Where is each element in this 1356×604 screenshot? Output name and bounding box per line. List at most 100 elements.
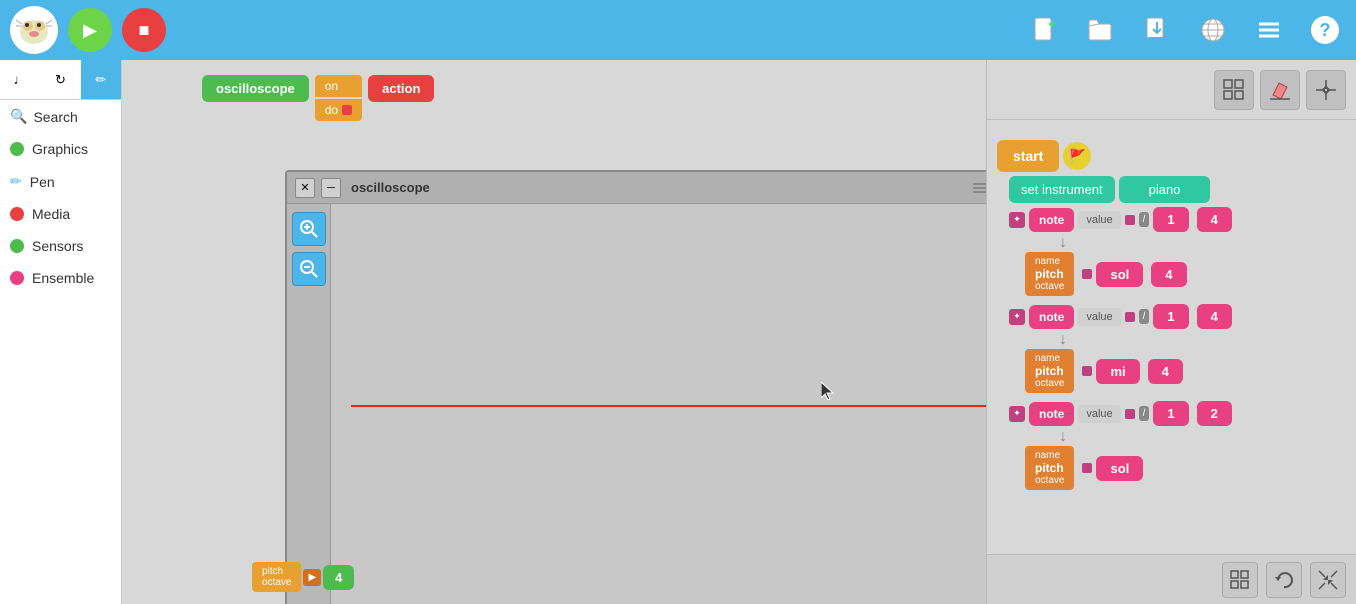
note3-arrow: ↓ [1009,428,1346,446]
play-button[interactable]: ▶ [68,8,112,52]
pitch1-block[interactable]: name pitch octave [1025,252,1074,296]
note2-slash: / [1139,309,1150,324]
download-icon [1143,16,1171,44]
start-block[interactable]: start [997,140,1059,172]
new-file-button[interactable] [1024,9,1066,51]
bottom-compress-button[interactable] [1310,562,1346,598]
new-file-icon [1031,16,1059,44]
zoom-in-icon [299,219,319,239]
osc-zoom-in-button[interactable] [292,212,326,246]
eraser-icon [1269,79,1291,101]
note2-row: ✦ note value / 1 4 [1009,304,1346,329]
note2-num1[interactable]: 1 [1153,304,1188,329]
sidebar-media-label: Media [32,206,70,222]
note1-row: ✦ note value / 1 4 [1009,207,1346,232]
grid-icon [1223,79,1245,101]
sidebar-sensors-label: Sensors [32,238,83,254]
help-button[interactable]: ? [1304,9,1346,51]
osc-title: oscilloscope [347,180,959,195]
pitch-bottom-label[interactable]: pitch octave [252,562,301,592]
drag-line-2 [973,187,986,189]
app-logo [10,6,58,54]
compress-button[interactable] [1306,70,1346,110]
note3-slash: / [1139,406,1150,421]
note2-connector [1125,312,1135,322]
note-group-1: ✦ note value / 1 4 ↓ name pitch octave [1009,207,1346,296]
action-block[interactable]: action [368,75,434,102]
pitch3-label: pitch [1035,461,1064,475]
open-file-button[interactable] [1080,9,1122,51]
note3-num1[interactable]: 1 [1153,401,1188,426]
osc-minimize-button[interactable]: ─ [321,178,341,198]
pitch2-block[interactable]: name pitch octave [1025,349,1074,393]
note-group-2: ✦ note value / 1 4 ↓ name pitch octave [1009,304,1346,393]
compress-icon [1315,79,1337,101]
osc-zoom-out-button[interactable] [292,252,326,286]
eraser-button[interactable] [1260,70,1300,110]
pitch-bottom-block: pitch octave ▶ 4 [252,562,354,592]
sidebar-tab-notes[interactable]: ♩ [0,60,40,99]
sidebar-graphics-label: Graphics [32,141,88,157]
pitch3-block[interactable]: name pitch octave [1025,446,1074,490]
globe-button[interactable] [1192,9,1234,51]
bottom-undo-button[interactable] [1266,562,1302,598]
note2-block[interactable]: note [1029,305,1074,329]
pitch2-octave-label: octave [1035,378,1064,389]
sidebar-item-sensors[interactable]: Sensors [0,230,121,262]
piano-block[interactable]: piano [1119,176,1211,203]
note1-value-label: value [1078,211,1120,229]
note1-block[interactable]: note [1029,208,1074,232]
toolbar-right: ? [1024,9,1346,51]
note2-num4[interactable]: 4 [1197,304,1232,329]
bottom-grid-button[interactable] [1222,562,1258,598]
pen-icon: ✏ [10,173,22,190]
sidebar-tab-pen[interactable]: ✏ [81,60,121,99]
sidebar-pen-label: Pen [30,174,55,190]
note2-mi[interactable]: mi [1096,359,1139,384]
note1-four[interactable]: 4 [1151,262,1186,287]
toolbar: ▶ ■ [0,0,1356,60]
on-block[interactable]: on [315,75,362,97]
start-block-row: start 🚩 [997,140,1346,172]
pitch3-octave-label: octave [1035,475,1064,486]
do-block[interactable]: do [315,99,362,121]
note3-num2[interactable]: 2 [1197,401,1232,426]
download-button[interactable] [1136,9,1178,51]
pitch2-row: name pitch octave mi 4 [1025,349,1346,393]
sidebar-item-ensemble[interactable]: Ensemble [0,262,121,294]
sidebar-tab-refresh[interactable]: ↻ [40,60,80,99]
stop-button[interactable]: ■ [122,8,166,52]
canvas-area[interactable]: oscilloscope on do action ✕ ─ oscillosco… [122,60,986,604]
note3-sol[interactable]: sol [1096,456,1143,481]
sidebar-item-search[interactable]: 🔍 Search [0,100,121,133]
note1-num1[interactable]: 1 [1153,207,1188,232]
main-area: ♩ ↻ ✏ 🔍 Search Graphics ✏ Pen Media Sens… [0,60,1356,604]
bottom-compress-icon [1318,570,1338,590]
oscilloscope-block[interactable]: oscilloscope [202,75,309,102]
right-panel: start 🚩 set instrument piano ✦ note valu… [986,60,1356,604]
menu-button[interactable] [1248,9,1290,51]
note3-value-label: value [1078,405,1120,423]
sidebar-item-media[interactable]: Media [0,198,121,230]
note2-four[interactable]: 4 [1148,359,1183,384]
set-instrument-block[interactable]: set instrument [1009,176,1115,203]
osc-drag-handle[interactable] [973,183,986,193]
osc-close-button[interactable]: ✕ [295,178,315,198]
note3-row: ✦ note value / 1 2 [1009,401,1346,426]
pitch1-label: pitch [1035,267,1064,281]
note1-connector [1125,215,1135,225]
menu-icon [1255,16,1283,44]
note2-arrow: ↓ [1009,331,1346,349]
note1-sol[interactable]: sol [1096,262,1143,287]
do-connector [342,105,352,115]
sidebar-search-label: Search [33,109,77,125]
grid-button[interactable] [1214,70,1254,110]
note3-block[interactable]: note [1029,402,1074,426]
sidebar-item-graphics[interactable]: Graphics [0,133,121,165]
num-4-block[interactable]: 4 [323,565,354,590]
pitch3-row: name pitch octave sol [1025,446,1346,490]
sidebar-item-pen[interactable]: ✏ Pen [0,165,121,198]
note1-num4[interactable]: 4 [1197,207,1232,232]
globe-icon [1199,16,1227,44]
cursor-icon [821,382,835,400]
